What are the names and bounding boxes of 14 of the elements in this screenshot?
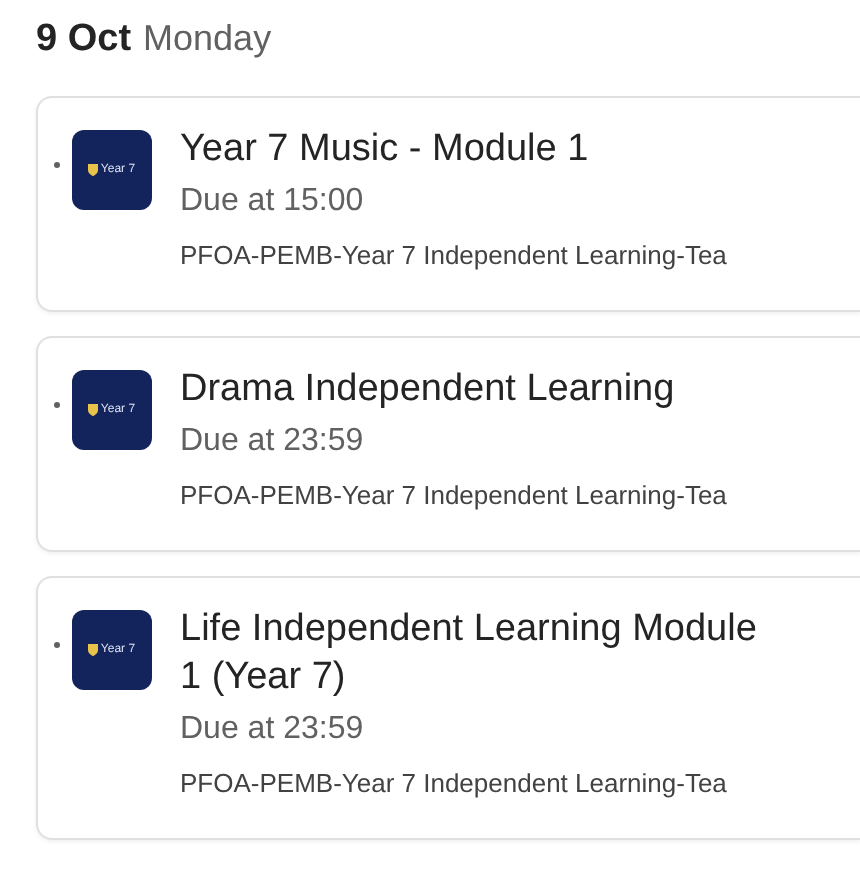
class-name: PFOA-PEMB-Year 7 Independent Learning-Tea (180, 766, 729, 802)
assignment-title: Year 7 Music - Module 1 (180, 126, 591, 174)
class-name: PFOA-PEMB-Year 7 Independent Learning-Tea (180, 238, 729, 274)
date-heading: 9 Oct (36, 16, 132, 64)
shield-icon (88, 644, 99, 656)
class-name: PFOA-PEMB-Year 7 Independent Learning-Tea (180, 478, 729, 514)
due-time: Due at 23:59 (180, 422, 366, 462)
due-time: Due at 23:59 (180, 710, 366, 750)
due-time: Due at 15:00 (180, 182, 366, 222)
shield-icon (88, 164, 99, 176)
weekday-label: Monday (143, 16, 272, 62)
assignment-title: Life Independent Learning Module 1 (Year 7) (180, 606, 759, 702)
shield-icon (88, 404, 99, 416)
assignment-title: Drama Independent Learning (180, 366, 677, 414)
